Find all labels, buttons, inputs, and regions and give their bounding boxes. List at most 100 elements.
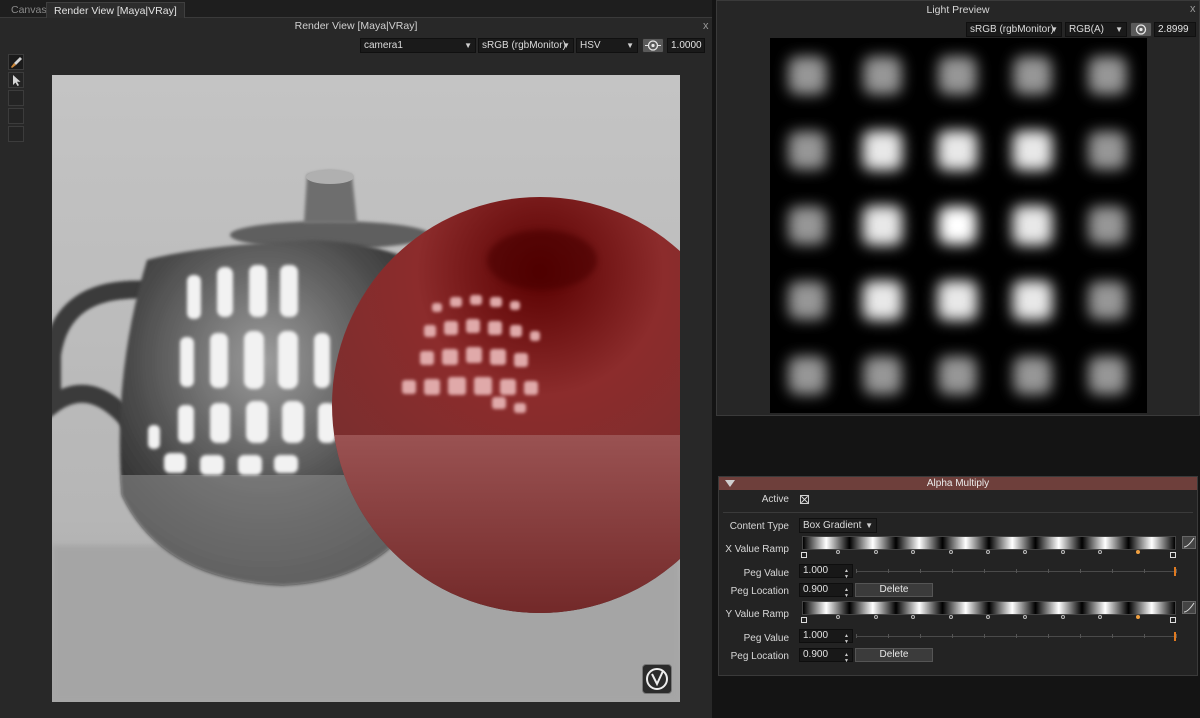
exposure-button[interactable] [642,38,664,53]
y-peg-location-label: Peg Location [730,651,789,662]
slider-tick [1144,569,1145,573]
camera-value: camera1 [364,40,403,51]
y-ramp-start-handle[interactable] [801,617,807,623]
chevron-down-icon: ▼ [865,521,873,530]
x-ramp-start-handle[interactable] [801,552,807,558]
ramp-peg[interactable] [873,615,878,619]
slider-tick [920,569,921,573]
x-peg-value-slider[interactable] [856,567,1177,576]
lp-exposure-field[interactable]: 2.8999 [1154,22,1196,37]
exposure-icon [645,40,661,51]
curve-editor-icon [1183,537,1195,548]
light-cell [863,56,902,95]
curve-editor-icon [1183,602,1195,613]
y-peg-location-field[interactable]: 0.900 ▲ ▼ [799,648,853,664]
light-cell [1012,130,1053,171]
y-peg-value-field[interactable]: 1.000 ▲ ▼ [799,629,853,645]
ramp-peg[interactable] [1098,615,1103,619]
slider-thumb[interactable] [1174,632,1176,641]
slider-tick [1144,634,1145,638]
select-tool-button[interactable] [8,72,24,88]
ramp-peg[interactable] [1023,550,1028,554]
slider-thumb[interactable] [1174,567,1176,576]
ramp-peg[interactable] [986,615,990,619]
ramp-peg[interactable] [1098,550,1103,554]
chevron-down-icon: ▼ [464,41,472,50]
ramp-peg[interactable] [1135,550,1140,554]
ramp-peg[interactable] [1023,615,1028,619]
vray-logo-icon [642,664,672,694]
close-icon[interactable]: x [703,20,709,32]
paint-tool-button[interactable] [8,54,24,70]
ramp-peg[interactable] [948,615,953,619]
x-ramp-end-handle[interactable] [1170,552,1176,558]
x-peg-value-field[interactable]: 1.000 ▲ ▼ [799,564,853,580]
light-cell [1088,206,1127,245]
x-delete-button[interactable]: Delete [855,583,933,597]
light-cell [1088,131,1127,170]
ramp-peg[interactable] [911,615,916,619]
content-type-value: Box Gradient [803,520,862,531]
light-cell [862,130,903,171]
channel-mode-dropdown[interactable]: HSV ▼ [576,38,638,53]
light-cell [1013,356,1052,395]
divider [723,512,1193,513]
lp-color-space-dropdown[interactable]: sRGB (rgbMonitor) ▼ [966,22,1062,37]
alpha-multiply-header[interactable]: Alpha Multiply [719,477,1197,490]
lp-channel-dropdown[interactable]: RGB(A) ▼ [1065,22,1127,37]
lp-channel-value: RGB(A) [1069,24,1104,35]
tab-render-view[interactable]: Render View [Maya|VRay] [46,2,185,18]
y-curve-editor-button[interactable] [1182,601,1196,614]
spin-down-icon[interactable]: ▼ [844,571,849,583]
tool-slot-empty[interactable] [8,90,24,106]
tool-slot-empty[interactable] [8,108,24,124]
color-space-dropdown[interactable]: sRGB (rgbMonitor) ▼ [478,38,574,53]
render-image[interactable] [52,75,680,702]
close-icon[interactable]: x [1190,3,1196,15]
spin-down-icon[interactable]: ▼ [844,636,849,648]
slider-tick [1112,569,1113,573]
light-cell [1088,356,1127,395]
slider-tick [1080,569,1081,573]
light-cell [788,131,827,170]
camera-dropdown[interactable]: camera1 ▼ [360,38,476,53]
render-image-scene [52,75,680,702]
ramp-peg[interactable] [873,550,878,554]
x-value-ramp[interactable] [802,536,1176,550]
color-space-value: sRGB (rgbMonitor) [482,40,566,51]
y-peg-value-label: Peg Value [743,633,789,644]
x-peg-location-field[interactable]: 0.900 ▲ ▼ [799,583,853,599]
ramp-peg[interactable] [911,550,916,554]
y-delete-button[interactable]: Delete [855,648,933,662]
tool-palette [8,54,25,144]
render-view-panel: Canvas Render View [Maya|VRay] Render Vi… [0,0,712,718]
slider-tick [1080,634,1081,638]
light-cell [788,56,827,95]
y-peg-value-slider[interactable] [856,632,1177,641]
tool-slot-empty[interactable] [8,126,24,142]
ramp-peg[interactable] [1060,615,1065,619]
y-value-ramp[interactable] [802,601,1176,615]
light-cell [938,56,977,95]
slider-tick [1016,569,1017,573]
x-peg-value-text: 1.000 [803,565,829,576]
light-preview-image[interactable] [770,38,1147,413]
x-curve-editor-button[interactable] [1182,536,1196,549]
light-cell [1013,56,1052,95]
spin-down-icon[interactable]: ▼ [844,655,849,667]
ramp-peg[interactable] [1135,615,1140,619]
ramp-peg[interactable] [836,550,841,554]
exposure-icon [1135,24,1147,35]
ramp-peg[interactable] [1060,550,1065,554]
lp-color-space-value: sRGB (rgbMonitor) [970,24,1054,35]
exposure-field[interactable]: 1.0000 [667,38,705,53]
ramp-peg[interactable] [986,550,990,554]
active-checkbox[interactable] [800,495,809,504]
render-view-title: Render View [Maya|VRay] [294,20,418,32]
y-ramp-end-handle[interactable] [1170,617,1176,623]
ramp-peg[interactable] [836,615,841,619]
content-type-dropdown[interactable]: Box Gradient ▼ [799,518,877,533]
lp-exposure-button[interactable] [1130,22,1152,37]
y-peg-location-text: 0.900 [803,649,829,660]
ramp-peg[interactable] [948,550,953,554]
